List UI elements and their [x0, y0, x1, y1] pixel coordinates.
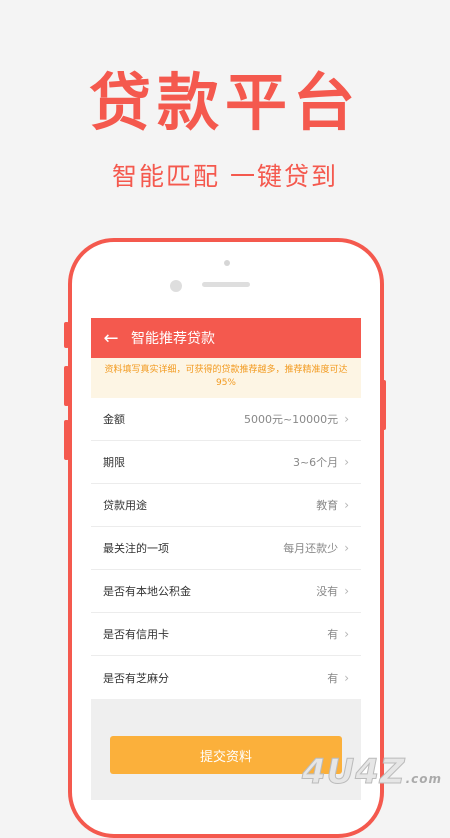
- row-value: 有: [327, 671, 339, 685]
- credit-card-row[interactable]: 是否有信用卡 有 ›: [91, 613, 361, 656]
- chevron-right-icon: ›: [344, 412, 349, 426]
- phone-side-button: [64, 366, 69, 406]
- chevron-right-icon: ›: [344, 627, 349, 641]
- row-label: 是否有信用卡: [103, 628, 169, 641]
- row-value: 3~6个月: [292, 456, 339, 469]
- phone-side-button: [381, 380, 386, 430]
- row-label: 是否有芝麻分: [103, 671, 169, 685]
- row-value: 有: [327, 628, 339, 641]
- chevron-right-icon: ›: [344, 584, 349, 598]
- watermark-text: 4U4Z: [302, 752, 406, 793]
- watermark-suffix: .com: [405, 772, 442, 786]
- term-row[interactable]: 期限 3~6个月 ›: [91, 441, 361, 484]
- amount-row[interactable]: 金额 5000元~10000元 ›: [91, 398, 361, 441]
- row-value: 没有: [316, 585, 339, 598]
- row-label: 是否有本地公积金: [103, 585, 191, 598]
- notice-banner: 资料填写真实详细，可获得的贷款推荐越多，推荐精准度可达95%: [91, 358, 361, 398]
- app-screen: ← 智能推荐贷款 资料填写真实详细，可获得的贷款推荐越多，推荐精准度可达95% …: [91, 318, 361, 800]
- row-label: 金额: [103, 413, 125, 426]
- app-header: ← 智能推荐贷款: [91, 318, 361, 358]
- phone-side-button: [64, 322, 69, 348]
- row-label: 期限: [103, 456, 125, 469]
- priority-row[interactable]: 最关注的一项 每月还款少 ›: [91, 527, 361, 570]
- watermark-logo: 4U4Z.com: [302, 752, 442, 793]
- row-value: 5000元~10000元: [243, 413, 339, 426]
- phone-speaker-icon: [202, 282, 250, 287]
- chevron-right-icon: ›: [344, 498, 349, 512]
- row-label: 最关注的一项: [103, 542, 169, 555]
- back-arrow-icon[interactable]: ←: [91, 328, 131, 349]
- purpose-row[interactable]: 贷款用途 教育 ›: [91, 484, 361, 527]
- chevron-right-icon: ›: [344, 541, 349, 555]
- row-value: 每月还款少: [283, 542, 339, 555]
- hero-title: 贷款平台: [88, 66, 361, 139]
- row-label: 贷款用途: [103, 499, 147, 512]
- phone-side-button: [64, 420, 69, 460]
- phone-sensor-icon: [170, 280, 182, 292]
- housing-fund-row[interactable]: 是否有本地公积金 没有 ›: [91, 570, 361, 613]
- row-value: 教育: [316, 499, 339, 512]
- sesame-score-row[interactable]: 是否有芝麻分 有 ›: [91, 656, 361, 699]
- phone-camera-icon: [224, 260, 230, 266]
- loan-form: 金额 5000元~10000元 › 期限 3~6个月 › 贷款用途 教育 › 最…: [91, 398, 361, 699]
- page-title: 智能推荐贷款: [131, 331, 215, 347]
- chevron-right-icon: ›: [344, 670, 349, 685]
- chevron-right-icon: ›: [344, 455, 349, 469]
- hero-subtitle: 智能匹配 一键贷到: [112, 162, 338, 191]
